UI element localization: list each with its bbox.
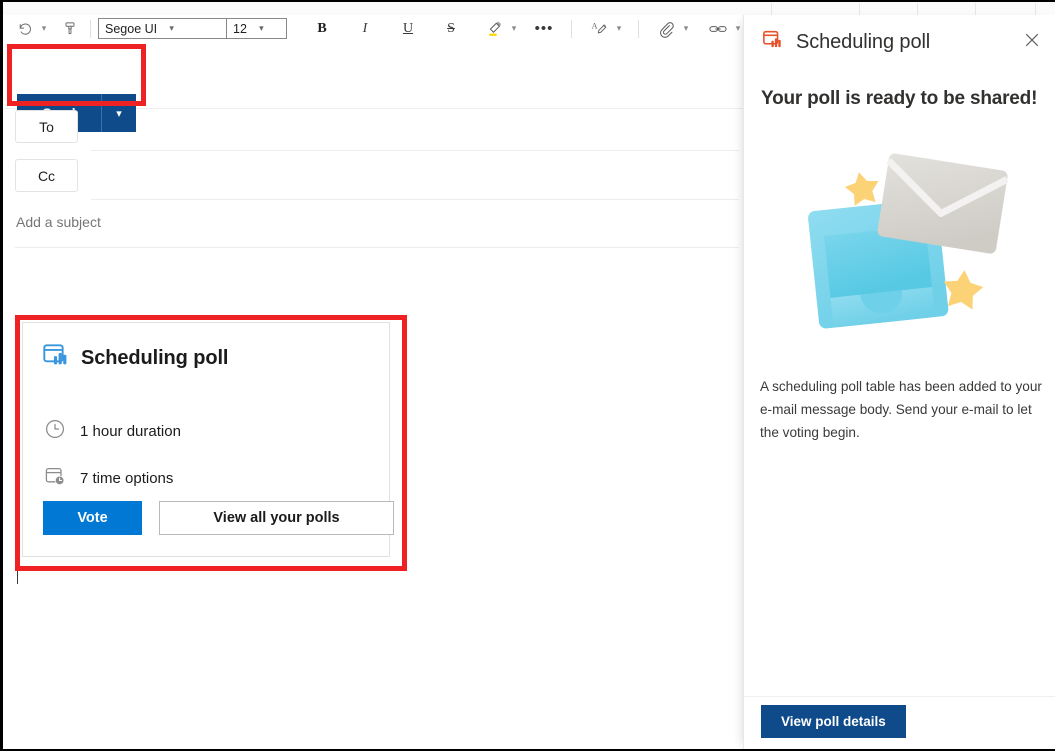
undo-dropdown-chevron-icon[interactable]: ▾ bbox=[37, 23, 51, 34]
task-pane-header: Scheduling poll bbox=[744, 15, 1055, 68]
vote-button[interactable]: Vote bbox=[43, 501, 142, 535]
cc-field-row[interactable]: Cc bbox=[3, 151, 743, 200]
toolbar-separator bbox=[571, 19, 572, 38]
top-tab-strip bbox=[3, 2, 1055, 16]
text-cursor bbox=[17, 567, 18, 584]
highlight-dropdown-chevron-icon[interactable]: ▾ bbox=[507, 23, 521, 34]
subject-field-underline bbox=[15, 247, 739, 248]
bold-button[interactable]: B bbox=[309, 17, 335, 41]
highlight-pen-icon[interactable] bbox=[481, 17, 507, 41]
toolbar-separator bbox=[90, 19, 91, 38]
link-icon[interactable] bbox=[705, 17, 731, 41]
underline-button[interactable]: U bbox=[395, 17, 421, 41]
envelope-and-stars-illustration bbox=[784, 150, 1024, 340]
calendar-clock-icon bbox=[44, 465, 66, 491]
task-pane-title: Scheduling poll bbox=[796, 31, 931, 53]
to-field-row[interactable]: To bbox=[3, 102, 743, 151]
clock-icon bbox=[44, 418, 66, 444]
task-pane-title-wrap: Scheduling poll bbox=[762, 29, 930, 56]
format-painter-icon[interactable] bbox=[57, 17, 83, 41]
message-body-editor[interactable]: Scheduling poll 1 hour duration 7 time o… bbox=[3, 249, 743, 749]
poll-options-label: 7 time options bbox=[80, 469, 174, 487]
subject-input[interactable] bbox=[16, 214, 636, 230]
to-button[interactable]: To bbox=[15, 110, 78, 143]
italic-label: I bbox=[362, 20, 368, 36]
strip-separator bbox=[1035, 3, 1036, 15]
subject-field-row[interactable] bbox=[3, 200, 743, 248]
svg-text:A: A bbox=[591, 21, 597, 30]
more-formatting-options-button[interactable]: ••• bbox=[531, 17, 557, 41]
more-options-label: ••• bbox=[534, 19, 554, 37]
strip-separator bbox=[771, 3, 772, 15]
strip-separator bbox=[917, 3, 918, 15]
outlook-compose-window: ▾ Segoe UI ▾ 12 ▾ B I U S ▾ ••• A ▾ ▾ ▾ … bbox=[0, 0, 1055, 751]
poll-card-actions: Vote View all your polls bbox=[43, 501, 394, 535]
scheduling-poll-icon bbox=[42, 342, 69, 374]
view-poll-details-button[interactable]: View poll details bbox=[761, 705, 906, 738]
scheduling-poll-card: Scheduling poll 1 hour duration 7 time o… bbox=[22, 322, 394, 557]
strip-separator bbox=[859, 3, 860, 15]
chevron-down-icon[interactable]: ▾ bbox=[253, 23, 270, 34]
scheduling-poll-task-pane: Scheduling poll Your poll is ready to be… bbox=[743, 15, 1055, 749]
strip-separator bbox=[975, 3, 976, 15]
attach-dropdown-chevron-icon[interactable]: ▾ bbox=[679, 23, 693, 34]
italic-button[interactable]: I bbox=[352, 17, 378, 41]
poll-duration-label: 1 hour duration bbox=[80, 422, 181, 440]
strikethrough-label: S bbox=[447, 20, 455, 36]
poll-duration-row: 1 hour duration bbox=[44, 418, 181, 444]
task-pane-heading: Your poll is ready to be shared! bbox=[761, 88, 1038, 109]
toolbar-separator bbox=[638, 19, 639, 38]
font-size-value: 12 bbox=[233, 21, 247, 36]
font-size-select[interactable]: 12 ▾ bbox=[227, 18, 287, 39]
chevron-down-icon[interactable]: ▾ bbox=[163, 23, 180, 34]
close-icon[interactable] bbox=[1017, 25, 1047, 55]
font-color-dropdown-chevron-icon[interactable]: ▾ bbox=[612, 23, 626, 34]
undo-icon[interactable] bbox=[11, 17, 37, 41]
font-family-select[interactable]: Segoe UI ▾ bbox=[98, 18, 227, 39]
scheduling-poll-icon bbox=[762, 29, 784, 56]
poll-card-title: Scheduling poll bbox=[81, 346, 229, 369]
cc-button[interactable]: Cc bbox=[15, 159, 78, 192]
bold-label: B bbox=[317, 20, 327, 36]
font-color-icon[interactable]: A bbox=[586, 17, 612, 41]
poll-card-header: Scheduling poll bbox=[42, 342, 228, 374]
poll-options-row: 7 time options bbox=[44, 465, 173, 491]
view-all-polls-button[interactable]: View all your polls bbox=[159, 501, 394, 535]
paperclip-icon[interactable] bbox=[653, 17, 679, 41]
task-pane-footer: View poll details bbox=[744, 696, 1055, 749]
strikethrough-button[interactable]: S bbox=[438, 17, 464, 41]
font-family-value: Segoe UI bbox=[105, 21, 158, 36]
underline-label: U bbox=[402, 20, 414, 36]
task-pane-description: A scheduling poll table has been added t… bbox=[760, 379, 1042, 440]
